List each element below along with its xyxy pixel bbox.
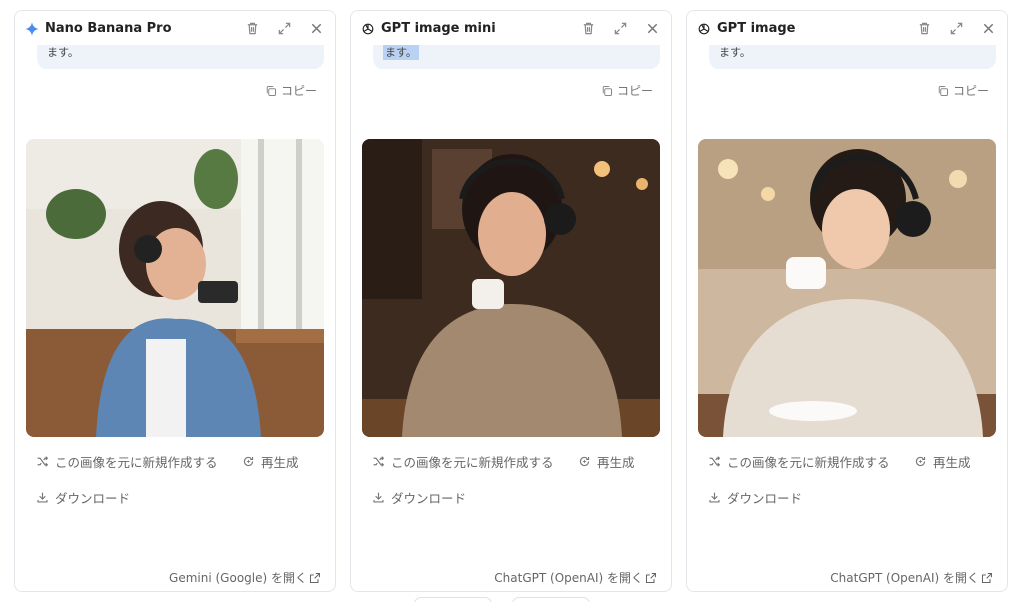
copy-icon xyxy=(938,85,948,96)
refresh-icon xyxy=(243,456,254,467)
close-button[interactable] xyxy=(305,17,327,39)
model-panel-nano-banana-pro: ます。 Nano Banana Pro コピー この画像を元に新規作成する 再生… xyxy=(14,10,336,592)
open-link-label: Gemini (Google) を開く xyxy=(169,571,307,585)
delete-button[interactable] xyxy=(577,17,599,39)
generated-image[interactable] xyxy=(362,139,660,437)
prompt-bubble-text: ます。 xyxy=(719,46,751,59)
external-link-icon xyxy=(981,572,993,583)
shuffle-icon xyxy=(37,456,49,467)
panel-header: Nano Banana Pro xyxy=(15,11,335,45)
bottom-pill-button[interactable] xyxy=(414,597,492,602)
external-link-icon xyxy=(309,572,321,583)
refresh-icon xyxy=(579,456,590,467)
model-panel-gpt-image: ます。 GPT image コピー この画像を元に新規作成する 再生成 ダウンロ… xyxy=(686,10,1008,592)
open-link-label: ChatGPT (OpenAI) を開く xyxy=(494,571,643,585)
new-from-image-label: この画像を元に新規作成する xyxy=(727,455,890,470)
panel-header: GPT image xyxy=(687,11,1007,45)
shuffle-icon xyxy=(373,456,385,467)
openai-logo-icon xyxy=(361,21,375,35)
trash-icon xyxy=(583,22,593,34)
download-button[interactable]: ダウンロード xyxy=(36,488,130,507)
close-icon xyxy=(647,23,657,33)
open-external-link[interactable]: ChatGPT (OpenAI) を開く xyxy=(830,569,993,586)
expand-icon xyxy=(950,22,962,34)
open-external-link[interactable]: ChatGPT (OpenAI) を開く xyxy=(494,569,657,586)
regenerate-button[interactable]: 再生成 xyxy=(242,452,299,471)
download-label: ダウンロード xyxy=(727,491,803,506)
model-name: GPT image xyxy=(717,20,796,36)
download-label: ダウンロード xyxy=(55,491,131,506)
close-button[interactable] xyxy=(641,17,663,39)
new-from-image-label: この画像を元に新規作成する xyxy=(391,455,554,470)
download-button[interactable]: ダウンロード xyxy=(372,488,466,507)
new-from-image-button[interactable]: この画像を元に新規作成する xyxy=(708,452,890,471)
expand-icon xyxy=(614,22,626,34)
gemini-sparkle-icon xyxy=(25,21,39,36)
expand-button[interactable] xyxy=(273,17,295,39)
bottom-pill-button[interactable] xyxy=(512,597,590,602)
panel-header: GPT image mini xyxy=(351,11,671,45)
close-icon xyxy=(311,23,321,33)
copy-label: コピー xyxy=(280,84,317,98)
expand-button[interactable] xyxy=(945,17,967,39)
copy-label: コピー xyxy=(952,84,989,98)
external-link-icon xyxy=(645,572,657,583)
comparison-page: ます。 Nano Banana Pro コピー この画像を元に新規作成する 再生… xyxy=(0,0,1024,602)
prompt-bubble-text: ます。 xyxy=(47,46,79,59)
model-name: Nano Banana Pro xyxy=(45,20,172,36)
close-icon xyxy=(983,23,993,33)
regenerate-label: 再生成 xyxy=(597,455,635,470)
download-button[interactable]: ダウンロード xyxy=(708,488,802,507)
model-name: GPT image mini xyxy=(381,20,496,36)
trash-icon xyxy=(919,22,929,34)
download-icon xyxy=(373,492,384,503)
generated-image[interactable] xyxy=(698,139,996,437)
refresh-icon xyxy=(915,456,926,467)
generated-image[interactable] xyxy=(26,139,324,437)
openai-logo-icon xyxy=(697,21,711,35)
new-from-image-button[interactable]: この画像を元に新規作成する xyxy=(36,452,218,471)
new-from-image-label: この画像を元に新規作成する xyxy=(55,455,218,470)
close-button[interactable] xyxy=(977,17,999,39)
delete-button[interactable] xyxy=(913,17,935,39)
trash-icon xyxy=(247,22,257,34)
delete-button[interactable] xyxy=(241,17,263,39)
copy-icon xyxy=(602,85,612,96)
prompt-bubble-text: ます。 xyxy=(383,44,419,60)
download-icon xyxy=(709,492,720,503)
regenerate-label: 再生成 xyxy=(261,455,299,470)
copy-button[interactable]: コピー xyxy=(265,82,317,99)
shuffle-icon xyxy=(709,456,721,467)
copy-button[interactable]: コピー xyxy=(601,82,653,99)
regenerate-button[interactable]: 再生成 xyxy=(914,452,971,471)
copy-icon xyxy=(266,85,276,96)
expand-icon xyxy=(278,22,290,34)
open-external-link[interactable]: Gemini (Google) を開く xyxy=(169,569,321,586)
regenerate-button[interactable]: 再生成 xyxy=(578,452,635,471)
download-label: ダウンロード xyxy=(391,491,467,506)
regenerate-label: 再生成 xyxy=(933,455,971,470)
model-panel-gpt-image-mini: ます。 GPT image mini コピー この画像を元に新規作成する 再生成… xyxy=(350,10,672,592)
expand-button[interactable] xyxy=(609,17,631,39)
new-from-image-button[interactable]: この画像を元に新規作成する xyxy=(372,452,554,471)
copy-button[interactable]: コピー xyxy=(937,82,989,99)
copy-label: コピー xyxy=(616,84,653,98)
open-link-label: ChatGPT (OpenAI) を開く xyxy=(830,571,979,585)
download-icon xyxy=(37,492,48,503)
